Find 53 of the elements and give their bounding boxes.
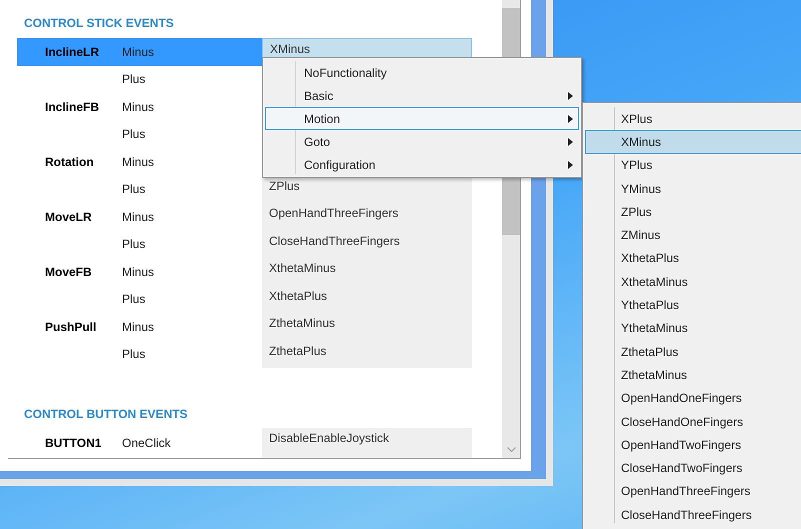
menu-item[interactable]: ZthetaPlus (585, 340, 801, 364)
menu-item[interactable]: CloseHandThreeFingers (585, 503, 801, 526)
action-cell[interactable]: XthetaMinus (262, 258, 472, 286)
event-name: Minus (122, 154, 154, 171)
menu-item[interactable]: XthetaMinus (585, 270, 801, 294)
control-name: PushPull (45, 318, 96, 336)
menu-item[interactable]: XMinus (585, 130, 801, 154)
control-name: BUTTON1 (45, 435, 102, 452)
section-heading: CONTROL BUTTON EVENTS (24, 406, 189, 422)
action-cell[interactable]: ZthetaMinus (262, 313, 472, 340)
menu-item[interactable]: Goto (265, 130, 579, 153)
menu-item[interactable]: XthetaPlus (585, 246, 801, 270)
menu-item[interactable]: OpenHandThreeFingers (585, 480, 801, 504)
menu-item[interactable]: CloseHandOneFingers (585, 410, 801, 434)
control-name: MoveLR (45, 208, 92, 226)
event-name: Minus (122, 318, 154, 336)
action-cell[interactable]: XthetaPlus (262, 286, 472, 313)
action-cell[interactable]: DisableEnableJoystick (262, 428, 472, 458)
event-name: Plus (122, 126, 146, 144)
menu-item[interactable]: Motion (265, 107, 579, 130)
control-name: Rotation (45, 154, 94, 171)
event-name: Plus (122, 346, 146, 364)
action-cell[interactable]: CloseHandThreeFingers (262, 230, 472, 258)
menu-item[interactable]: YthetaMinus (585, 316, 801, 340)
action-cell[interactable]: ZthetaPlus (262, 340, 472, 368)
event-name: Minus (122, 44, 154, 61)
control-name: InclineLR (45, 44, 100, 61)
menu-item[interactable]: YthetaPlus (585, 293, 801, 317)
action-cell[interactable]: OpenHandThreeFingers (262, 203, 472, 230)
event-name: OneClick (122, 435, 171, 452)
menu-item[interactable]: Basic (265, 84, 579, 107)
section-heading: CONTROL STICK EVENTS (24, 15, 175, 31)
menu-item[interactable]: ZMinus (585, 223, 801, 247)
control-name: InclineFB (45, 98, 100, 116)
event-row[interactable]: InclineLR Minus (17, 38, 262, 66)
event-name: Plus (122, 71, 146, 88)
menu-item[interactable]: Configuration (265, 153, 579, 176)
event-name: Plus (122, 181, 146, 198)
menu-item[interactable]: CloseHandTwoFingers (585, 456, 801, 480)
menu-item[interactable]: YPlus (585, 154, 801, 177)
event-name: Minus (122, 264, 154, 281)
menu-item[interactable]: OpenHandOneFingers (585, 386, 801, 410)
event-name: Minus (122, 208, 154, 226)
menu-item[interactable]: OpenHandTwoFingers (585, 433, 801, 456)
control-name: MoveFB (45, 264, 92, 281)
menu-item[interactable]: YMinus (585, 176, 801, 200)
menu-item[interactable]: ZthetaMinus (585, 363, 801, 387)
menu-item[interactable]: ZPlus (585, 200, 801, 224)
event-name: Plus (122, 236, 146, 254)
chevron-down-icon[interactable] (506, 447, 516, 452)
menu-item[interactable]: XPlus (585, 107, 801, 130)
event-name: Plus (122, 291, 146, 308)
event-name: Minus (122, 98, 154, 116)
